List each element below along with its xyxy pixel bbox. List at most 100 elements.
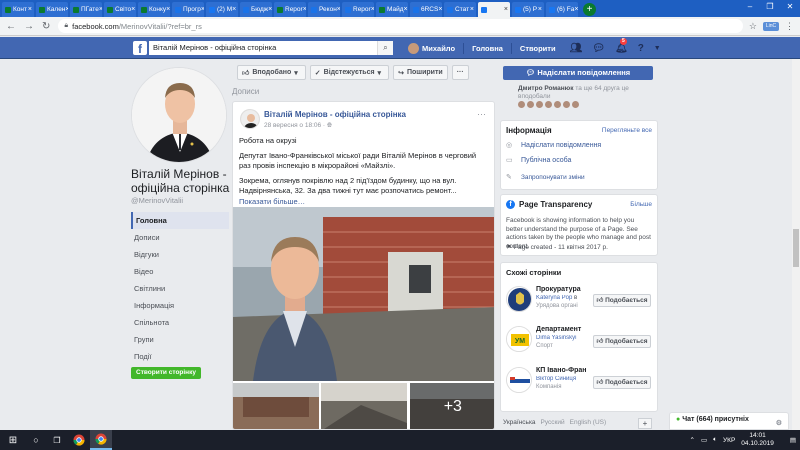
create-link[interactable]: Створити: [520, 44, 556, 53]
like-page-button[interactable]: 👍︎ Подобається: [593, 294, 651, 307]
page-nav-about[interactable]: Інформація: [131, 297, 229, 314]
browser-menu-icon[interactable]: ⋮: [785, 21, 794, 32]
similar-page-item[interactable]: УМ Департамент Dima Yasinskyi Спорт: [506, 326, 598, 352]
avatar[interactable]: [527, 101, 534, 108]
info-row-message[interactable]: ◎ Надіслати повідомлення: [506, 141, 601, 150]
task-view-icon[interactable]: ❐: [46, 430, 68, 450]
avatar[interactable]: [518, 101, 525, 108]
help-icon[interactable]: ?: [638, 43, 644, 54]
close-icon[interactable]: ✕: [780, 0, 800, 14]
page-nav-home[interactable]: Головна: [131, 212, 229, 229]
notifications-icon[interactable]: 🔔︎ 5: [615, 37, 628, 54]
page-nav-posts[interactable]: Дописи: [131, 229, 229, 246]
tab-close-icon[interactable]: ×: [470, 6, 474, 13]
tab-close-icon[interactable]: ×: [28, 6, 32, 13]
tab-close-icon[interactable]: ×: [201, 6, 204, 13]
keyboard-language[interactable]: УКР: [723, 437, 735, 444]
similar-page-name[interactable]: КП Івано-Фран: [536, 367, 598, 374]
browser-tab[interactable]: Repor ×: [342, 2, 374, 17]
tab-close-icon[interactable]: ×: [337, 6, 340, 13]
avatar[interactable]: [536, 101, 543, 108]
language-link[interactable]: Русский: [541, 419, 565, 426]
send-message-button[interactable]: 💬︎ Надіслати повідомлення: [503, 66, 653, 80]
post-photo-thumb[interactable]: [321, 383, 408, 429]
minimize-icon[interactable]: –: [740, 0, 760, 14]
page-title[interactable]: Віталій Мерінов - офіційна сторінка: [131, 167, 231, 195]
tab-close-icon[interactable]: ×: [166, 6, 170, 13]
post-options-icon[interactable]: ···: [477, 109, 486, 119]
page-handle[interactable]: @MerinovVitalii: [131, 196, 183, 205]
liked-button[interactable]: 👍︎ Вподобано ▾: [237, 65, 306, 80]
more-languages-button[interactable]: +: [638, 418, 652, 429]
browser-tab[interactable]: (2) М ×: [206, 2, 238, 17]
liker-link[interactable]: Dima Yasinskyi: [536, 335, 576, 341]
reload-icon[interactable]: ↻: [42, 21, 50, 32]
network-icon[interactable]: ▭: [701, 436, 707, 444]
profile-picture[interactable]: [131, 67, 227, 163]
gear-icon[interactable]: ⚙: [776, 419, 782, 427]
page-nav-photos[interactable]: Світлини: [131, 280, 229, 297]
tab-close-icon[interactable]: ×: [574, 6, 578, 13]
post-author-avatar[interactable]: [240, 109, 260, 129]
similar-page-name[interactable]: Прокуратура: [536, 286, 598, 293]
page-nav-groups[interactable]: Групи: [131, 331, 229, 348]
similar-page-item[interactable]: КП Івано-Фран Віктор Синиця Компанія: [506, 367, 598, 393]
browser-tab[interactable]: (6) Fa ×: [546, 2, 578, 17]
user-name-link[interactable]: Михайло: [422, 44, 455, 53]
browser-tab[interactable]: (5) Р ×: [512, 2, 544, 17]
browser-tab[interactable]: Бюдж ×: [240, 2, 272, 17]
page-nav-events[interactable]: Події: [131, 348, 229, 365]
search-icon[interactable]: ○: [26, 435, 46, 445]
tab-close-icon[interactable]: ×: [504, 6, 508, 13]
page-nav-videos[interactable]: Відео: [131, 263, 229, 280]
home-link[interactable]: Головна: [472, 44, 503, 53]
tab-close-icon[interactable]: ×: [371, 6, 374, 13]
tab-close-icon[interactable]: ×: [438, 6, 442, 13]
avatar[interactable]: [545, 101, 552, 108]
windows-start-icon[interactable]: ⊞: [0, 435, 26, 446]
tray-expand-icon[interactable]: ⌃: [690, 436, 695, 444]
volume-icon[interactable]: 🔈︎: [713, 436, 717, 444]
similar-page-logo[interactable]: УМ: [506, 326, 532, 352]
browser-tab[interactable]: ×: [478, 2, 510, 17]
tab-close-icon[interactable]: ×: [65, 6, 68, 13]
page-transparency-more[interactable]: Більше: [630, 201, 652, 208]
info-row-category[interactable]: ▭ Публічна особа: [506, 156, 571, 165]
tab-close-icon[interactable]: ×: [99, 6, 102, 13]
like-page-button[interactable]: 👍︎ Подобається: [593, 376, 651, 389]
browser-tab[interactable]: Конт ×: [2, 2, 34, 17]
browser-tab[interactable]: Кален ×: [36, 2, 68, 17]
like-page-button[interactable]: 👍︎ Подобається: [593, 335, 651, 348]
facebook-logo-icon[interactable]: f: [133, 41, 147, 56]
post-main-photo[interactable]: [233, 207, 494, 381]
similar-page-item[interactable]: Прокуратура Kateryna Pop в Урядова орган…: [506, 286, 598, 312]
browser-tab[interactable]: ПГате ×: [70, 2, 102, 17]
browser-tab[interactable]: Майд ×: [376, 2, 408, 17]
post-photo-thumb[interactable]: [233, 383, 319, 429]
language-link[interactable]: English (US): [570, 419, 606, 426]
tab-close-icon[interactable]: ×: [131, 6, 135, 13]
post-author[interactable]: Віталій Мерінов - офіційна сторінка: [264, 110, 406, 119]
tab-close-icon[interactable]: ×: [268, 6, 272, 13]
browser-tab[interactable]: Прогр ×: [172, 2, 204, 17]
notifications-center-icon[interactable]: ▤: [790, 436, 796, 444]
page-nav-reviews[interactable]: Відгуки: [131, 246, 229, 263]
chrome-active-window-icon[interactable]: [90, 430, 112, 450]
clock[interactable]: 14:01 04.10.2019: [741, 432, 774, 448]
page-nav-community[interactable]: Спільнота: [131, 314, 229, 331]
avatar[interactable]: [572, 101, 579, 108]
create-page-button[interactable]: Створити сторінку: [131, 367, 201, 379]
following-button[interactable]: ✓ Відстежується ▾: [309, 65, 390, 80]
similar-page-logo[interactable]: [506, 367, 532, 393]
browser-tab[interactable]: Repor ×: [274, 2, 306, 17]
browser-tab[interactable]: Світо ×: [104, 2, 136, 17]
liker-link[interactable]: Віктор Синиця: [536, 376, 576, 382]
browser-tab[interactable]: Рекон ×: [308, 2, 340, 17]
user-avatar[interactable]: [408, 42, 419, 54]
forward-icon[interactable]: →: [24, 21, 34, 32]
url-input[interactable]: 🔒︎ facebook.com /MerinovVitalii/?ref=br_…: [58, 19, 743, 33]
scrollbar-thumb[interactable]: [793, 229, 799, 267]
browser-tab[interactable]: Конку ×: [138, 2, 170, 17]
search-icon[interactable]: ⌕: [377, 41, 393, 55]
see-more-link[interactable]: Показати більше…: [239, 197, 305, 206]
